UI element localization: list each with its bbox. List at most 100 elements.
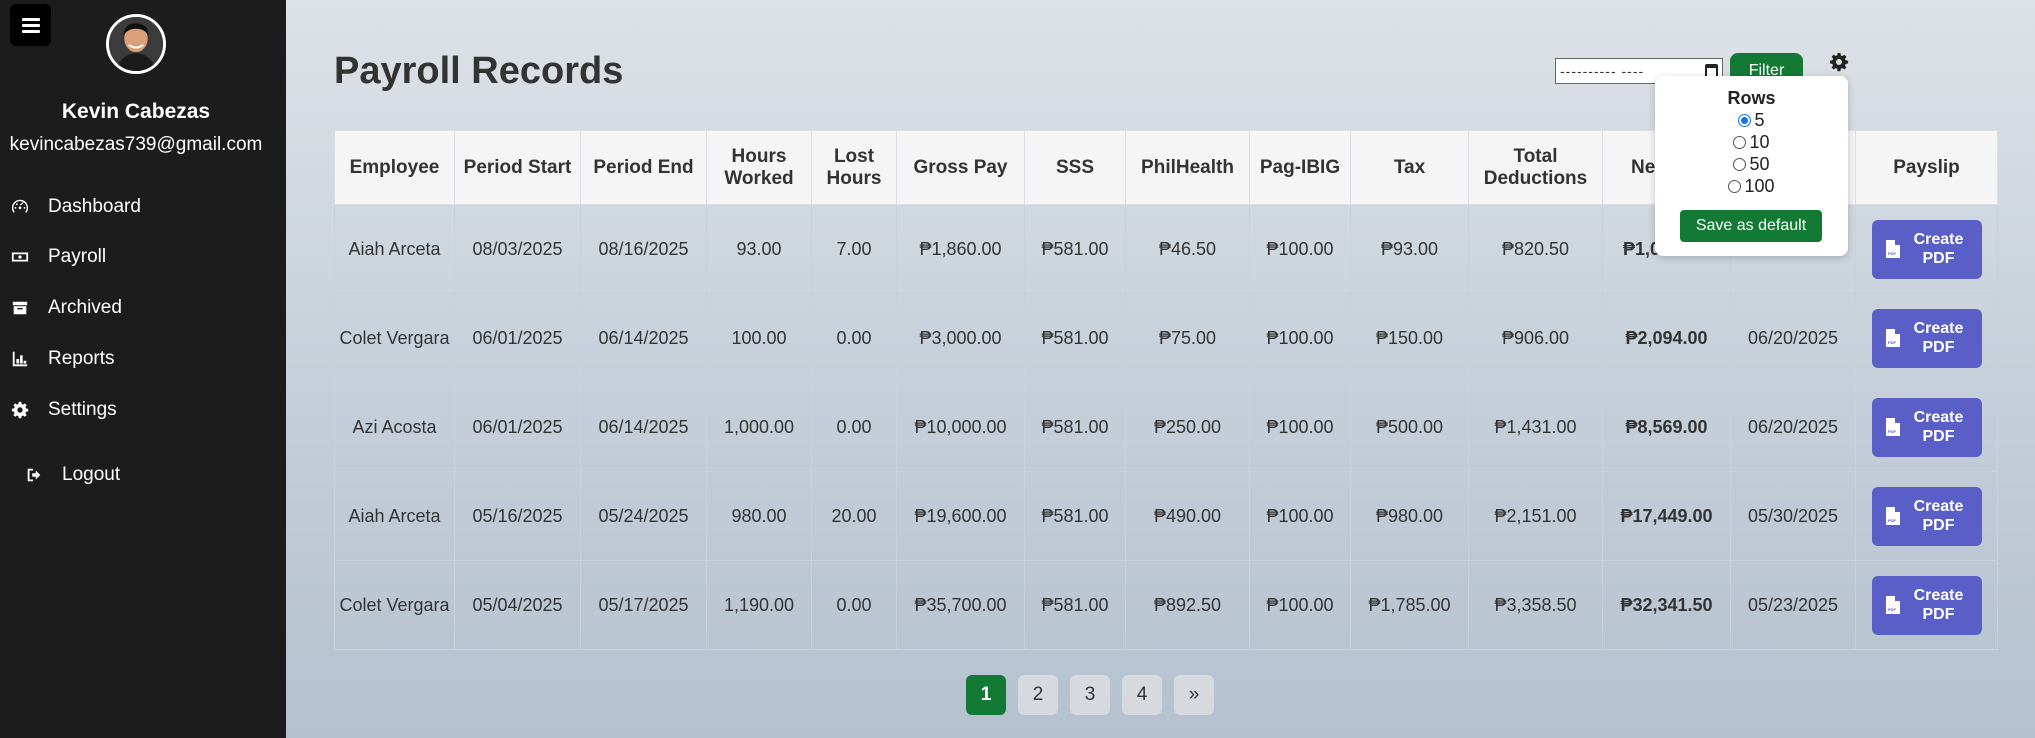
file-pdf-icon: PDF <box>1885 418 1900 436</box>
sidebar-item-logout[interactable]: Logout <box>24 458 120 492</box>
create-pdf-button[interactable]: PDF Create PDF <box>1871 397 1982 457</box>
cell-sss: ₱581.00 <box>1024 204 1126 294</box>
svg-text:PDF: PDF <box>1888 607 1897 612</box>
radio-button[interactable] <box>1728 180 1742 193</box>
radio-button[interactable] <box>1733 136 1747 149</box>
cell-period-end: 05/17/2025 <box>580 560 707 650</box>
page-button-3[interactable]: 3 <box>1070 675 1110 715</box>
rows-option-10[interactable]: 10 <box>1655 132 1848 153</box>
cell-employee: Colet Vergara <box>334 293 455 383</box>
cell-sss: ₱581.00 <box>1024 293 1126 383</box>
cell-lost-hours: 0.00 <box>811 382 897 472</box>
col-header-period-start: Period Start <box>454 130 581 205</box>
rows-option-label: 5 <box>1754 110 1765 130</box>
rows-option-5[interactable]: 5 <box>1655 110 1848 131</box>
page-button-2[interactable]: 2 <box>1018 675 1058 715</box>
radio-button[interactable] <box>1738 114 1752 127</box>
gear-icon <box>1830 53 1849 72</box>
create-pdf-button[interactable]: PDF Create PDF <box>1871 219 1982 279</box>
cell-pagibig: ₱100.00 <box>1249 560 1351 650</box>
sidebar-item-settings[interactable]: Settings <box>10 393 117 427</box>
save-as-default-button[interactable]: Save as default <box>1680 210 1822 242</box>
create-pdf-button[interactable]: PDF Create PDF <box>1871 486 1982 546</box>
cell-pagibig: ₱100.00 <box>1249 293 1351 383</box>
col-header-hours-worked: Hours Worked <box>706 130 812 205</box>
menu-toggle-button[interactable] <box>10 4 51 46</box>
cell-period-start: 06/01/2025 <box>454 382 581 472</box>
rows-option-label: 10 <box>1749 132 1770 152</box>
cell-pagibig: ₱100.00 <box>1249 204 1351 294</box>
cell-total-deductions: ₱3,358.50 <box>1468 560 1603 650</box>
hamburger-icon <box>21 18 40 33</box>
table-row: Aiah Arceta 05/16/2025 05/24/2025 980.00… <box>334 471 1998 561</box>
cell-payslip: PDF Create PDF <box>1855 293 1998 383</box>
col-header-employee: Employee <box>334 130 455 205</box>
cell-payslip: PDF Create PDF <box>1855 560 1998 650</box>
sidebar-item-payroll[interactable]: Payroll <box>10 240 106 274</box>
cell-lost-hours: 7.00 <box>811 204 897 294</box>
sidebar-item-dashboard[interactable]: Dashboard <box>10 190 141 224</box>
col-header-period-end: Period End <box>580 130 707 205</box>
cell-employee: Aiah Arceta <box>334 204 455 294</box>
sidebar-item-archived[interactable]: Archived <box>10 291 122 325</box>
archive-icon <box>10 298 30 318</box>
rows-option-label: 100 <box>1744 176 1775 196</box>
cell-period-end: 06/14/2025 <box>580 293 707 383</box>
col-header-sss: SSS <box>1024 130 1126 205</box>
cell-gross-pay: ₱10,000.00 <box>896 382 1025 472</box>
sidebar-item-reports[interactable]: Reports <box>10 342 115 376</box>
cell-pagibig: ₱100.00 <box>1249 382 1351 472</box>
create-pdf-label: Create PDF <box>1913 231 1964 267</box>
sidebar-item-label: Dashboard <box>48 196 141 217</box>
cell-period-start: 08/03/2025 <box>454 204 581 294</box>
file-pdf-icon: PDF <box>1885 596 1900 614</box>
create-pdf-label: Create PDF <box>1913 320 1964 356</box>
rows-option-100[interactable]: 100 <box>1655 176 1848 197</box>
avatar <box>106 14 166 74</box>
sidebar-item-label: Reports <box>48 348 115 369</box>
cell-gross-pay: ₱35,700.00 <box>896 560 1025 650</box>
cell-pay-date: 06/20/2025 <box>1730 293 1856 383</box>
create-pdf-button[interactable]: PDF Create PDF <box>1871 308 1982 368</box>
money-bill-icon <box>10 247 30 267</box>
cell-tax: ₱1,785.00 <box>1350 560 1469 650</box>
cell-pay-date: 05/23/2025 <box>1730 560 1856 650</box>
cell-employee: Aiah Arceta <box>334 471 455 561</box>
cell-tax: ₱150.00 <box>1350 293 1469 383</box>
col-header-total-deductions: Total Deductions <box>1468 130 1603 205</box>
file-pdf-icon: PDF <box>1885 507 1900 525</box>
cell-lost-hours: 0.00 <box>811 293 897 383</box>
col-header-tax: Tax <box>1350 130 1469 205</box>
user-email: kevincabezas739@gmail.com <box>9 134 263 155</box>
rows-settings-button[interactable] <box>1827 50 1851 74</box>
cell-gross-pay: ₱1,860.00 <box>896 204 1025 294</box>
cell-hours-worked: 100.00 <box>706 293 812 383</box>
cell-pay-date: 06/20/2025 <box>1730 382 1856 472</box>
col-header-lost-hours: Lost Hours <box>811 130 897 205</box>
cell-gross-pay: ₱19,600.00 <box>896 471 1025 561</box>
rows-option-50[interactable]: 50 <box>1655 154 1848 175</box>
cell-hours-worked: 1,190.00 <box>706 560 812 650</box>
cell-philhealth: ₱75.00 <box>1125 293 1250 383</box>
sidebar: Kevin Cabezas kevincabezas739@gmail.com … <box>0 0 286 738</box>
cell-net-pay: ₱8,569.00 <box>1602 382 1731 472</box>
main-content: Payroll Records ---------- ---- Filter E… <box>286 0 2035 738</box>
cell-pay-date: 05/30/2025 <box>1730 471 1856 561</box>
svg-text:PDF: PDF <box>1888 340 1897 345</box>
next-page-button[interactable]: » <box>1174 675 1214 715</box>
radio-button[interactable] <box>1733 158 1747 171</box>
cell-tax: ₱500.00 <box>1350 382 1469 472</box>
sidebar-item-label: Settings <box>48 399 117 420</box>
cell-total-deductions: ₱1,431.00 <box>1468 382 1603 472</box>
rows-popup-title: Rows <box>1727 88 1776 108</box>
create-pdf-button[interactable]: PDF Create PDF <box>1871 575 1982 635</box>
cell-period-start: 06/01/2025 <box>454 293 581 383</box>
file-pdf-icon: PDF <box>1885 240 1900 258</box>
cell-total-deductions: ₱2,151.00 <box>1468 471 1603 561</box>
cell-employee: Colet Vergara <box>334 560 455 650</box>
page-button-4[interactable]: 4 <box>1122 675 1162 715</box>
rows-per-page-popup: Rows 5 10 50 100 Save as default <box>1655 76 1848 256</box>
cell-pagibig: ₱100.00 <box>1249 471 1351 561</box>
cell-total-deductions: ₱820.50 <box>1468 204 1603 294</box>
page-button-1[interactable]: 1 <box>966 675 1006 715</box>
